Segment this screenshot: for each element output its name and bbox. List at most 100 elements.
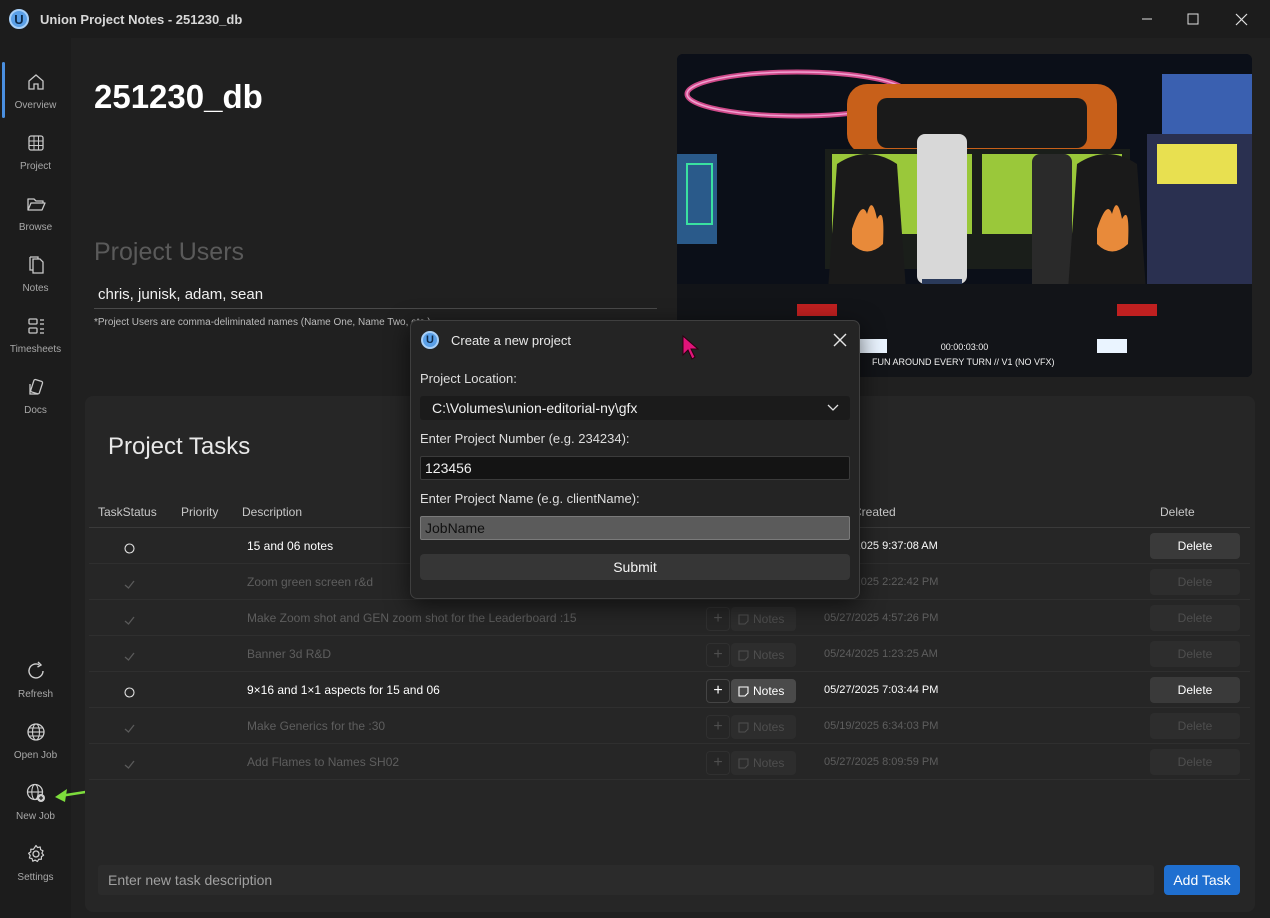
delete-button[interactable]: Delete <box>1150 749 1240 775</box>
project-title: 251230_db <box>94 78 263 115</box>
add-task-button[interactable]: Add Task <box>1164 865 1240 895</box>
name-label: Enter Project Name (e.g. clientName): <box>420 491 640 506</box>
close-window-button[interactable] <box>1218 0 1264 38</box>
status-done-icon[interactable] <box>124 577 135 589</box>
delete-button[interactable]: Delete <box>1150 713 1240 739</box>
number-label: Enter Project Number (e.g. 234234): <box>420 431 630 446</box>
task-description[interactable]: 9×16 and 1×1 aspects for 15 and 06 <box>247 683 440 697</box>
status-open-icon[interactable] <box>124 685 135 698</box>
task-description[interactable]: Add Flames to Names SH02 <box>247 755 399 769</box>
add-note-button[interactable]: + <box>706 715 730 739</box>
sidebar-item-label: Notes <box>22 283 49 294</box>
sidebar-item-timesheets[interactable]: Timesheets <box>0 308 71 366</box>
dialog-logo-icon: U <box>421 331 439 349</box>
sidebar-item-browse[interactable]: Browse <box>0 186 71 244</box>
globe-icon <box>24 720 48 744</box>
maximize-icon <box>1187 13 1199 25</box>
delete-button[interactable]: Delete <box>1150 677 1240 703</box>
minimize-button[interactable] <box>1124 0 1170 38</box>
project-users-input[interactable]: chris, junisk, adam, sean <box>94 283 657 309</box>
timesheet-icon <box>24 314 48 338</box>
location-value: C:\Volumes\union-editorial-ny\gfx <box>432 400 638 416</box>
table-row[interactable]: Banner 3d R&D + Notes 05/24/2025 1:23:25 AM… <box>89 636 1250 672</box>
notes-button[interactable]: Notes <box>731 643 796 667</box>
note-icon <box>738 685 749 697</box>
notes-button[interactable]: Notes <box>731 679 796 703</box>
sidebar-item-label: Overview <box>14 100 57 111</box>
sidebar-item-project[interactable]: Project <box>0 125 71 183</box>
project-name-input[interactable]: JobName <box>420 516 850 540</box>
minimize-icon <box>1142 18 1152 20</box>
sidebar-item-label: Project <box>19 161 52 172</box>
table-row[interactable]: Make Generics for the :30 + Notes 05/19/202… <box>89 708 1250 744</box>
notes-label: Notes <box>753 756 785 770</box>
create-project-dialog: U Create a new project Project Location:… <box>410 320 860 599</box>
task-description[interactable]: Make Zoom shot and GEN zoom shot for the… <box>247 611 577 625</box>
delete-button[interactable]: Delete <box>1150 641 1240 667</box>
plus-icon: + <box>713 646 723 663</box>
maximize-button[interactable] <box>1170 0 1216 38</box>
add-note-button[interactable]: + <box>706 607 730 631</box>
task-description[interactable]: Banner 3d R&D <box>247 647 331 661</box>
task-description[interactable]: Make Generics for the :30 <box>247 719 385 733</box>
close-icon <box>833 333 847 347</box>
sidebar-item-label: Timesheets <box>9 344 62 355</box>
gear-icon <box>24 842 48 866</box>
notes-button[interactable]: Notes <box>731 715 796 739</box>
status-done-icon[interactable] <box>124 613 135 625</box>
column-header-priority[interactable]: Priority <box>181 505 218 519</box>
project-number-input[interactable]: 123456 <box>420 456 850 480</box>
task-description[interactable]: 15 and 06 notes <box>247 539 333 553</box>
submit-button[interactable]: Submit <box>420 554 850 580</box>
notes-button[interactable]: Notes <box>731 751 796 775</box>
task-created: 05/24/2025 1:23:25 AM <box>824 648 938 660</box>
plus-icon: + <box>713 682 723 699</box>
note-icon <box>738 613 749 625</box>
sidebar-item-docs[interactable]: Docs <box>0 369 71 427</box>
document-icon <box>24 253 48 277</box>
sidebar-item-label: Settings <box>17 872 54 883</box>
table-row[interactable]: 9×16 and 1×1 aspects for 15 and 06 + Notes… <box>89 672 1250 708</box>
notes-button[interactable]: Notes <box>731 607 796 631</box>
status-open-icon[interactable] <box>124 541 135 554</box>
add-note-button[interactable]: + <box>706 679 730 703</box>
delete-button[interactable]: Delete <box>1150 533 1240 559</box>
title-bar: U Union Project Notes - 251230_db <box>0 0 1270 38</box>
column-header-description[interactable]: Description <box>242 505 302 519</box>
location-select[interactable]: C:\Volumes\union-editorial-ny\gfx <box>420 396 850 420</box>
sidebar-item-overview[interactable]: Overview <box>0 64 71 122</box>
table-icon <box>24 131 48 155</box>
status-done-icon[interactable] <box>124 649 135 661</box>
delete-button[interactable]: Delete <box>1150 605 1240 631</box>
location-label: Project Location: <box>420 371 517 386</box>
window-title: Union Project Notes - 251230_db <box>40 12 243 27</box>
task-created: 05/27/2025 8:09:59 PM <box>824 756 939 768</box>
add-note-button[interactable]: + <box>706 643 730 667</box>
sidebar-item-notes[interactable]: Notes <box>0 247 71 305</box>
table-row[interactable]: Make Zoom shot and GEN zoom shot for the… <box>89 600 1250 636</box>
plus-icon: + <box>713 718 723 735</box>
sidebar-item-open-job[interactable]: Open Job <box>0 714 71 772</box>
status-done-icon[interactable] <box>124 757 135 769</box>
notes-label: Notes <box>753 684 785 698</box>
close-icon <box>1235 13 1247 25</box>
task-description[interactable]: Zoom green screen r&d <box>247 575 373 589</box>
notes-label: Notes <box>753 648 785 662</box>
notes-label: Notes <box>753 720 785 734</box>
status-done-icon[interactable] <box>124 721 135 733</box>
column-header-status[interactable]: TaskStatus <box>98 505 157 519</box>
dialog-close-button[interactable] <box>829 329 851 351</box>
new-task-input[interactable]: Enter new task description <box>98 865 1154 895</box>
table-row[interactable]: Add Flames to Names SH02 + Notes 05/27/2025… <box>89 744 1250 780</box>
delete-button[interactable]: Delete <box>1150 569 1240 595</box>
add-note-button[interactable]: + <box>706 751 730 775</box>
project-users-hint: *Project Users are comma-deliminated nam… <box>94 317 431 328</box>
note-icon <box>738 721 749 733</box>
chevron-down-icon <box>827 404 839 411</box>
sidebar-item-refresh[interactable]: Refresh <box>0 653 71 711</box>
sidebar-item-settings[interactable]: Settings <box>0 836 71 894</box>
video-caption: FUN AROUND EVERY TURN // V1 (NO VFX) <box>872 357 1055 367</box>
task-created: 05/19/2025 6:34:03 PM <box>824 720 939 732</box>
note-icon <box>738 757 749 769</box>
note-icon <box>738 649 749 661</box>
